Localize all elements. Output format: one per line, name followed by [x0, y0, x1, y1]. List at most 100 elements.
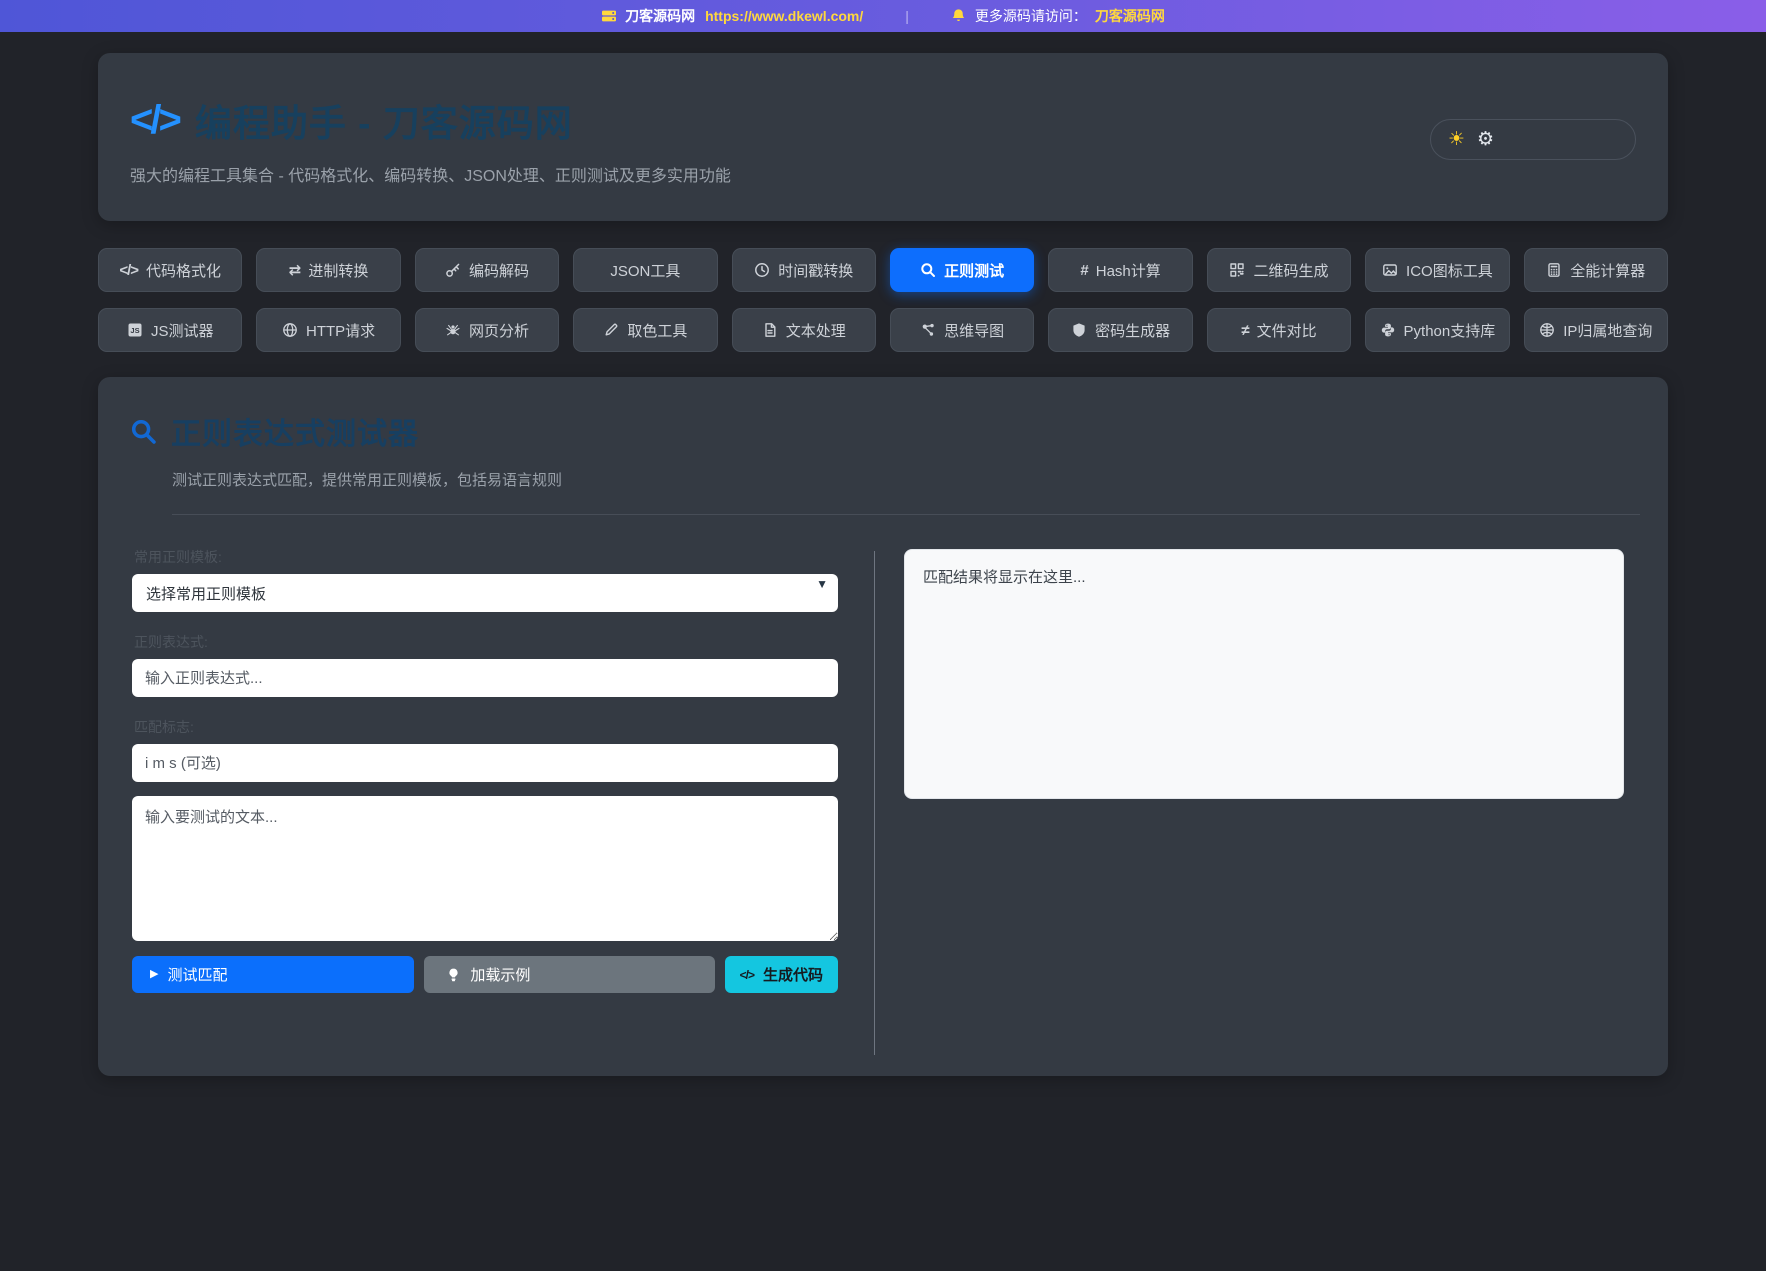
sun-icon[interactable]: ☀	[1448, 130, 1465, 149]
tab-file-diff[interactable]: ≠ 文件对比	[1207, 308, 1351, 352]
image-icon	[1382, 262, 1398, 278]
search-icon	[920, 262, 936, 278]
tab-label: IP归属地查询	[1563, 320, 1652, 341]
site-url-link[interactable]: https://www.dkewl.com/	[705, 8, 863, 24]
generate-code-label: 生成代码	[763, 964, 823, 985]
site-name: 刀客源码网	[625, 6, 695, 26]
tab-regex-test[interactable]: 正则测试	[890, 248, 1034, 292]
server-icon	[601, 8, 617, 24]
tab-timestamp[interactable]: 时间戳转换	[732, 248, 876, 292]
tab-web-analyze[interactable]: 网页分析	[415, 308, 559, 352]
tab-ico-tool[interactable]: ICO图标工具	[1365, 248, 1509, 292]
tab-mindmap[interactable]: 思维导图	[890, 308, 1034, 352]
tab-json-tools[interactable]: JSON工具	[573, 248, 717, 292]
regex-label: 正则表达式:	[134, 632, 838, 652]
js-icon: JS	[127, 322, 143, 338]
column-divider	[874, 551, 875, 1055]
template-select[interactable]: 选择常用正则模板 ▼	[132, 574, 838, 612]
tab-text-process[interactable]: 文本处理	[732, 308, 876, 352]
spider-icon	[445, 322, 461, 338]
shield-icon	[1071, 322, 1087, 338]
app-header-card: </> 编程助手 - 刀客源码网 强大的编程工具集合 - 代码格式化、编码转换、…	[98, 53, 1668, 221]
topbar-separator: |	[905, 8, 909, 24]
load-example-button[interactable]: 加载示例	[424, 956, 714, 993]
tab-password-gen[interactable]: 密码生成器	[1048, 308, 1192, 352]
page-title: 编程助手 - 刀客源码网	[195, 93, 573, 147]
tab-label: 全能计算器	[1570, 260, 1645, 281]
tab-label: 取色工具	[627, 320, 687, 341]
play-icon: ▶	[150, 969, 158, 980]
globe2-icon	[1539, 322, 1555, 338]
tab-label: 文本处理	[786, 320, 846, 341]
code-icon: </>	[740, 969, 754, 981]
tab-label: Hash计算	[1096, 260, 1161, 281]
more-sources-text: 更多源码请访问：	[975, 6, 1087, 26]
tab-label: JS测试器	[151, 320, 214, 341]
hash-icon: #	[1080, 263, 1087, 278]
flags-label: 匹配标志:	[134, 717, 838, 737]
tab-qrcode-gen[interactable]: 二维码生成	[1207, 248, 1351, 292]
tab-label: HTTP请求	[306, 320, 375, 341]
key-icon	[445, 262, 461, 278]
tab-label: 网页分析	[469, 320, 529, 341]
swap-icon: ⇄	[289, 263, 301, 278]
tab-http-request[interactable]: HTTP请求	[256, 308, 400, 352]
tab-label: 编码解码	[469, 260, 529, 281]
test-match-button[interactable]: ▶ 测试匹配	[132, 956, 414, 993]
tool-tabs-grid: </> 代码格式化 ⇄ 进制转换 编码解码 JSON工具 时间戳转换 正则测试 # Hash计算 二…	[98, 248, 1668, 352]
regex-tester-card: 正则表达式测试器 测试正则表达式匹配，提供常用正则模板，包括易语言规则 常用正则…	[98, 377, 1668, 1076]
tab-label: 正则测试	[944, 260, 1004, 281]
regex-form: 常用正则模板: 选择常用正则模板 ▼ 正则表达式: 匹配标志: ▶ 测试匹配	[132, 547, 838, 1055]
globe-icon	[282, 322, 298, 338]
more-sources-link[interactable]: 刀客源码网	[1095, 6, 1165, 26]
bell-icon	[951, 8, 967, 24]
regex-input[interactable]	[132, 659, 838, 697]
tab-hash-calc[interactable]: # Hash计算	[1048, 248, 1192, 292]
tab-calculator[interactable]: 全能计算器	[1524, 248, 1668, 292]
tab-label: 文件对比	[1257, 320, 1317, 341]
neq-icon: ≠	[1241, 323, 1248, 338]
tab-label: 进制转换	[308, 260, 368, 281]
result-panel: 匹配结果将显示在这里...	[904, 547, 1624, 1055]
tab-encode-decode[interactable]: 编码解码	[415, 248, 559, 292]
python-icon	[1380, 322, 1396, 338]
tab-label: 时间戳转换	[778, 260, 853, 281]
top-announcement-bar: 刀客源码网 https://www.dkewl.com/ | 更多源码请访问： …	[0, 0, 1766, 32]
template-select-value: 选择常用正则模板	[146, 583, 266, 604]
tab-label: 代码格式化	[146, 260, 221, 281]
gear-icon[interactable]: ⚙	[1477, 130, 1494, 149]
tab-base-convert[interactable]: ⇄ 进制转换	[256, 248, 400, 292]
generate-code-button[interactable]: </> 生成代码	[725, 956, 838, 993]
tab-python-lib[interactable]: Python支持库	[1365, 308, 1509, 352]
pen-icon	[603, 322, 619, 338]
tab-label: JSON工具	[610, 260, 680, 281]
load-example-label: 加载示例	[470, 964, 530, 985]
tab-label: Python支持库	[1404, 320, 1496, 341]
match-result-box: 匹配结果将显示在这里...	[904, 549, 1624, 799]
tab-code-format[interactable]: </> 代码格式化	[98, 248, 242, 292]
tab-label: 密码生成器	[1095, 320, 1170, 341]
tool-title: 正则表达式测试器	[171, 409, 419, 453]
page-subtitle: 强大的编程工具集合 - 代码格式化、编码转换、JSON处理、正则测试及更多实用功…	[130, 162, 1636, 186]
tab-ip-lookup[interactable]: IP归属地查询	[1524, 308, 1668, 352]
template-label: 常用正则模板:	[134, 547, 838, 567]
chevron-down-icon: ▼	[816, 577, 828, 591]
tab-js-tester[interactable]: JS JS测试器	[98, 308, 242, 352]
tool-subtitle: 测试正则表达式匹配，提供常用正则模板，包括易语言规则	[172, 469, 1640, 490]
mindmap-icon	[920, 322, 936, 338]
bulb-icon	[446, 967, 461, 982]
code-icon: </>	[119, 263, 138, 278]
theme-toggle-pill[interactable]: ☀ ⚙	[1430, 119, 1636, 160]
svg-text:JS: JS	[130, 326, 139, 335]
code-logo-icon: </>	[130, 98, 179, 143]
tab-label: ICO图标工具	[1406, 260, 1493, 281]
flags-input[interactable]	[132, 744, 838, 782]
search-icon	[130, 418, 157, 445]
clock-icon	[754, 262, 770, 278]
tab-label: 思维导图	[944, 320, 1004, 341]
test-text-input[interactable]	[132, 796, 838, 941]
test-match-label: 测试匹配	[167, 964, 227, 985]
tab-color-picker[interactable]: 取色工具	[573, 308, 717, 352]
tab-label: 二维码生成	[1253, 260, 1328, 281]
calculator-icon	[1546, 262, 1562, 278]
